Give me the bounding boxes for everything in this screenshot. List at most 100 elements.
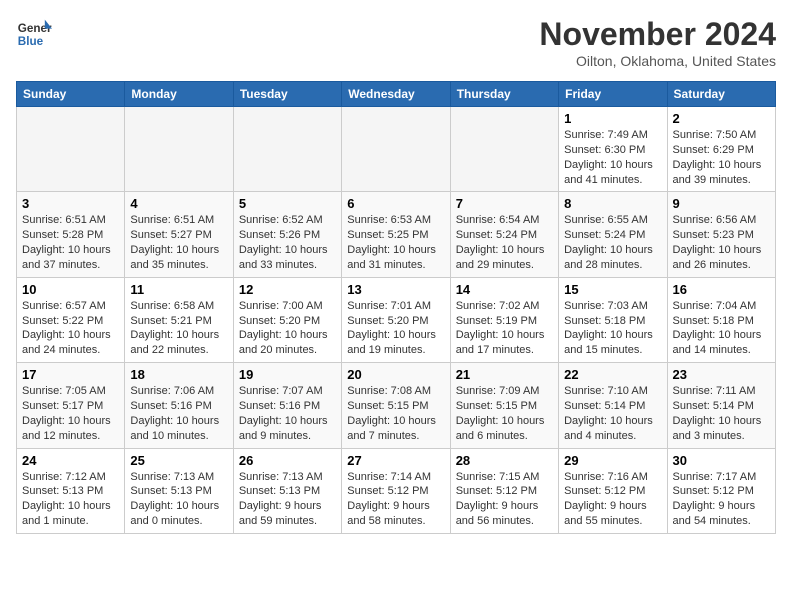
day-number: 10: [22, 282, 119, 297]
day-number: 25: [130, 453, 227, 468]
weekday-header: Sunday: [17, 82, 125, 107]
weekday-header: Thursday: [450, 82, 558, 107]
calendar-cell: 23 Sunrise: 7:11 AMSunset: 5:14 PMDayligh…: [667, 363, 775, 448]
calendar-cell: [17, 107, 125, 192]
day-info: Sunrise: 6:57 AMSunset: 5:22 PMDaylight:…: [22, 299, 119, 358]
day-info: Sunrise: 6:54 AMSunset: 5:24 PMDaylight:…: [456, 213, 553, 272]
calendar-cell: 28 Sunrise: 7:15 AMSunset: 5:12 PMDayligh…: [450, 448, 558, 533]
location: Oilton, Oklahoma, United States: [539, 53, 776, 69]
day-info: Sunrise: 7:01 AMSunset: 5:20 PMDaylight:…: [347, 299, 444, 358]
calendar-cell: 9Sunrise: 6:56 AMSunset: 5:23 PMDaylight…: [667, 192, 775, 277]
day-info: Sunrise: 7:08 AMSunset: 5:15 PMDaylight:…: [347, 384, 444, 443]
calendar-cell: 11 Sunrise: 6:58 AMSunset: 5:21 PMDayligh…: [125, 277, 233, 362]
day-info: Sunrise: 6:51 AMSunset: 5:28 PMDaylight:…: [22, 213, 119, 272]
day-info: Sunrise: 7:12 AMSunset: 5:13 PMDaylight:…: [22, 470, 119, 529]
calendar-cell: 29 Sunrise: 7:16 AMSunset: 5:12 PMDayligh…: [559, 448, 667, 533]
logo-icon: General Blue: [16, 16, 52, 52]
day-number: 20: [347, 367, 444, 382]
title-block: November 2024 Oilton, Oklahoma, United S…: [539, 16, 776, 69]
day-number: 27: [347, 453, 444, 468]
day-number: 7: [456, 196, 553, 211]
calendar-cell: 7 Sunrise: 6:54 AMSunset: 5:24 PMDaylight…: [450, 192, 558, 277]
day-info: Sunrise: 7:11 AMSunset: 5:14 PMDaylight:…: [673, 384, 770, 443]
day-number: 11: [130, 282, 227, 297]
day-info: Sunrise: 7:03 AMSunset: 5:18 PMDaylight:…: [564, 299, 661, 358]
page-header: General Blue November 2024 Oilton, Oklah…: [16, 16, 776, 69]
day-number: 21: [456, 367, 553, 382]
day-number: 19: [239, 367, 336, 382]
day-number: 2: [673, 111, 770, 126]
calendar-cell: [342, 107, 450, 192]
calendar-cell: 25 Sunrise: 7:13 AMSunset: 5:13 PMDayligh…: [125, 448, 233, 533]
day-number: 29: [564, 453, 661, 468]
calendar-cell: [450, 107, 558, 192]
day-info: Sunrise: 7:09 AMSunset: 5:15 PMDaylight:…: [456, 384, 553, 443]
logo: General Blue: [16, 16, 52, 52]
day-number: 14: [456, 282, 553, 297]
calendar-week-row: 1Sunrise: 7:49 AMSunset: 6:30 PMDaylight…: [17, 107, 776, 192]
day-info: Sunrise: 7:07 AMSunset: 5:16 PMDaylight:…: [239, 384, 336, 443]
weekday-header: Friday: [559, 82, 667, 107]
day-info: Sunrise: 7:02 AMSunset: 5:19 PMDaylight:…: [456, 299, 553, 358]
day-number: 15: [564, 282, 661, 297]
day-number: 4: [130, 196, 227, 211]
calendar-cell: 14 Sunrise: 7:02 AMSunset: 5:19 PMDayligh…: [450, 277, 558, 362]
day-number: 8: [564, 196, 661, 211]
day-info: Sunrise: 7:16 AMSunset: 5:12 PMDaylight:…: [564, 470, 661, 529]
calendar-cell: [233, 107, 341, 192]
day-info: Sunrise: 7:00 AMSunset: 5:20 PMDaylight:…: [239, 299, 336, 358]
calendar-cell: 26Sunrise: 7:13 AMSunset: 5:13 PMDayligh…: [233, 448, 341, 533]
weekday-header: Saturday: [667, 82, 775, 107]
day-number: 22: [564, 367, 661, 382]
day-info: Sunrise: 6:51 AMSunset: 5:27 PMDaylight:…: [130, 213, 227, 272]
calendar-week-row: 3 Sunrise: 6:51 AMSunset: 5:28 PMDaylight…: [17, 192, 776, 277]
day-number: 17: [22, 367, 119, 382]
day-info: Sunrise: 7:05 AMSunset: 5:17 PMDaylight:…: [22, 384, 119, 443]
day-number: 18: [130, 367, 227, 382]
svg-text:Blue: Blue: [18, 35, 44, 48]
calendar-cell: 18 Sunrise: 7:06 AMSunset: 5:16 PMDayligh…: [125, 363, 233, 448]
day-info: Sunrise: 6:52 AMSunset: 5:26 PMDaylight:…: [239, 213, 336, 272]
day-info: Sunrise: 7:14 AMSunset: 5:12 PMDaylight:…: [347, 470, 444, 529]
calendar-cell: 1Sunrise: 7:49 AMSunset: 6:30 PMDaylight…: [559, 107, 667, 192]
calendar-cell: 5Sunrise: 6:52 AMSunset: 5:26 PMDaylight…: [233, 192, 341, 277]
day-info: Sunrise: 7:06 AMSunset: 5:16 PMDaylight:…: [130, 384, 227, 443]
calendar-cell: 17 Sunrise: 7:05 AMSunset: 5:17 PMDayligh…: [17, 363, 125, 448]
day-number: 16: [673, 282, 770, 297]
day-number: 6: [347, 196, 444, 211]
day-number: 12: [239, 282, 336, 297]
day-info: Sunrise: 7:10 AMSunset: 5:14 PMDaylight:…: [564, 384, 661, 443]
day-info: Sunrise: 6:58 AMSunset: 5:21 PMDaylight:…: [130, 299, 227, 358]
day-number: 13: [347, 282, 444, 297]
calendar-cell: [125, 107, 233, 192]
day-number: 28: [456, 453, 553, 468]
calendar-week-row: 10 Sunrise: 6:57 AMSunset: 5:22 PMDayligh…: [17, 277, 776, 362]
day-number: 23: [673, 367, 770, 382]
calendar-week-row: 17 Sunrise: 7:05 AMSunset: 5:17 PMDayligh…: [17, 363, 776, 448]
calendar-cell: 19 Sunrise: 7:07 AMSunset: 5:16 PMDayligh…: [233, 363, 341, 448]
calendar-cell: 6 Sunrise: 6:53 AMSunset: 5:25 PMDaylight…: [342, 192, 450, 277]
day-info: Sunrise: 7:50 AMSunset: 6:29 PMDaylight:…: [673, 128, 770, 187]
day-number: 30: [673, 453, 770, 468]
calendar-cell: 3 Sunrise: 6:51 AMSunset: 5:28 PMDaylight…: [17, 192, 125, 277]
calendar-cell: 27 Sunrise: 7:14 AMSunset: 5:12 PMDayligh…: [342, 448, 450, 533]
calendar-cell: 22 Sunrise: 7:10 AMSunset: 5:14 PMDayligh…: [559, 363, 667, 448]
day-info: Sunrise: 7:15 AMSunset: 5:12 PMDaylight:…: [456, 470, 553, 529]
day-info: Sunrise: 7:13 AMSunset: 5:13 PMDaylight:…: [130, 470, 227, 529]
calendar-cell: 30Sunrise: 7:17 AMSunset: 5:12 PMDayligh…: [667, 448, 775, 533]
calendar-cell: 20 Sunrise: 7:08 AMSunset: 5:15 PMDayligh…: [342, 363, 450, 448]
weekday-header: Monday: [125, 82, 233, 107]
calendar-table: SundayMondayTuesdayWednesdayThursdayFrid…: [16, 81, 776, 534]
calendar-cell: 10 Sunrise: 6:57 AMSunset: 5:22 PMDayligh…: [17, 277, 125, 362]
day-number: 1: [564, 111, 661, 126]
day-info: Sunrise: 6:55 AMSunset: 5:24 PMDaylight:…: [564, 213, 661, 272]
day-number: 24: [22, 453, 119, 468]
calendar-cell: 13 Sunrise: 7:01 AMSunset: 5:20 PMDayligh…: [342, 277, 450, 362]
day-info: Sunrise: 6:56 AMSunset: 5:23 PMDaylight:…: [673, 213, 770, 272]
day-info: Sunrise: 6:53 AMSunset: 5:25 PMDaylight:…: [347, 213, 444, 272]
day-number: 3: [22, 196, 119, 211]
weekday-header: Tuesday: [233, 82, 341, 107]
calendar-cell: 12 Sunrise: 7:00 AMSunset: 5:20 PMDayligh…: [233, 277, 341, 362]
day-info: Sunrise: 7:04 AMSunset: 5:18 PMDaylight:…: [673, 299, 770, 358]
calendar-cell: 8 Sunrise: 6:55 AMSunset: 5:24 PMDaylight…: [559, 192, 667, 277]
